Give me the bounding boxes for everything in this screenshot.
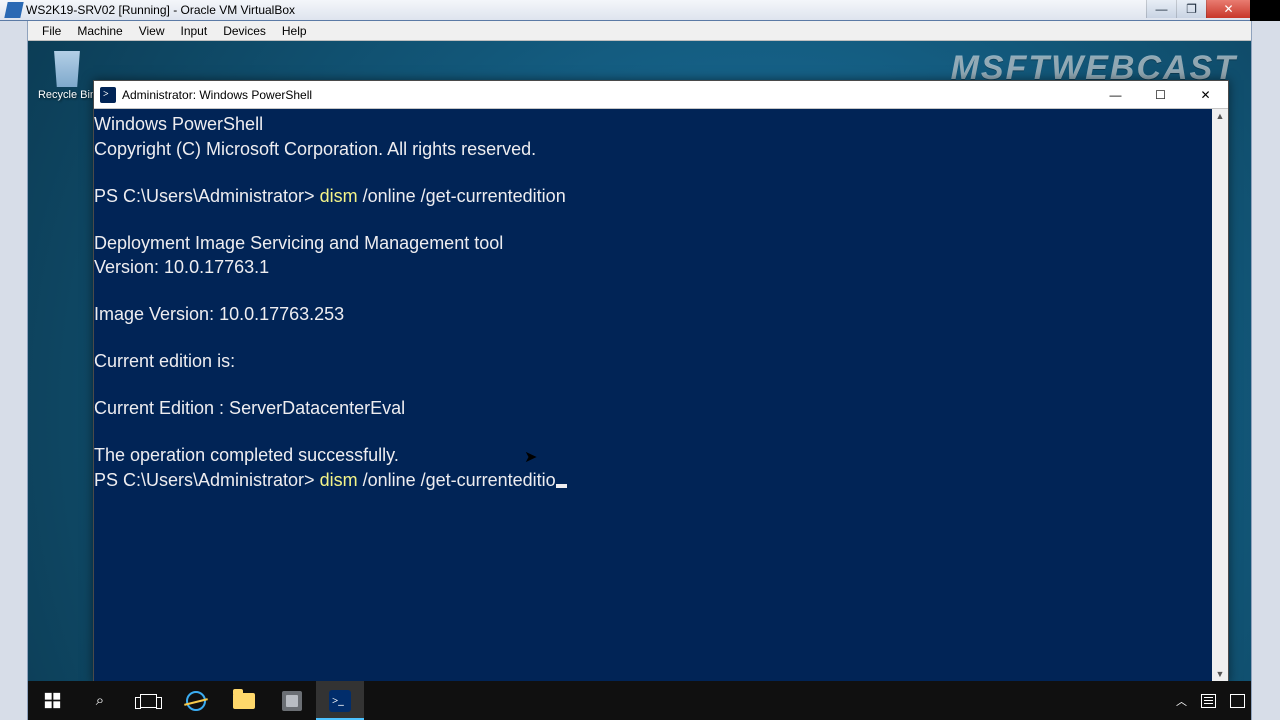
taskbar-search-button[interactable]: ⌕ <box>76 681 124 720</box>
ps-output: Version: 10.0.17763.1 <box>94 257 269 277</box>
ps-minimize-button[interactable]: — <box>1093 81 1138 109</box>
search-icon: ⌕ <box>96 692 104 709</box>
network-icon[interactable] <box>1201 694 1216 708</box>
ps-line: Windows PowerShell <box>94 114 263 134</box>
powershell-window: Administrator: Windows PowerShell — ☐ ✕ … <box>93 80 1229 684</box>
ps-close-button[interactable]: ✕ <box>1183 81 1228 109</box>
file-explorer-icon <box>233 693 255 709</box>
host-frame-left <box>0 21 28 720</box>
ps-output: Image Version: 10.0.17763.253 <box>94 304 344 324</box>
scroll-up-icon[interactable]: ▲ <box>1212 109 1228 125</box>
ps-output: Current Edition : ServerDatacenterEval <box>94 398 405 418</box>
menu-input[interactable]: Input <box>173 22 216 40</box>
system-tray: ︿ <box>1176 681 1251 720</box>
text-caret <box>556 484 567 488</box>
recycle-bin-label: Recycle Bin <box>36 89 98 101</box>
host-close-button[interactable]: ✕ <box>1206 0 1250 18</box>
task-view-icon <box>140 694 157 708</box>
menu-help[interactable]: Help <box>274 22 315 40</box>
mouse-cursor-icon: ➤ <box>524 450 537 466</box>
powershell-console[interactable]: Windows PowerShell Copyright (C) Microso… <box>94 109 1212 683</box>
taskbar-ie-button[interactable] <box>172 681 220 720</box>
scroll-track[interactable] <box>1212 125 1228 667</box>
menu-file[interactable]: File <box>34 22 69 40</box>
ps-output: Current edition is: <box>94 351 235 371</box>
menu-machine[interactable]: Machine <box>69 22 130 40</box>
guest-desktop[interactable]: MSFTWEBCAST Recycle Bin Administrator: W… <box>28 41 1251 720</box>
powershell-titlebar[interactable]: Administrator: Windows PowerShell — ☐ ✕ <box>94 81 1228 109</box>
ps-line: Copyright (C) Microsoft Corporation. All… <box>94 139 536 159</box>
menu-view[interactable]: View <box>131 22 173 40</box>
recycle-bin[interactable]: Recycle Bin <box>36 47 98 101</box>
taskbar-explorer-button[interactable] <box>220 681 268 720</box>
ps-command: dism <box>320 186 358 206</box>
host-maximize-button[interactable]: ❐ <box>1176 0 1206 18</box>
task-view-button[interactable] <box>124 681 172 720</box>
host-minimize-button[interactable]: — <box>1146 0 1176 18</box>
server-manager-icon <box>282 691 302 711</box>
tray-overflow-button[interactable]: ︿ <box>1176 693 1187 709</box>
powershell-scrollbar[interactable]: ▲ ▼ <box>1212 109 1228 683</box>
powershell-icon <box>100 87 116 103</box>
start-button[interactable] <box>28 681 76 720</box>
powershell-window-title: Administrator: Windows PowerShell <box>122 88 312 102</box>
guest-taskbar: ⌕ ︿ <box>28 681 1251 720</box>
virtualbox-window-title: WS2K19-SRV02 [Running] - Oracle VM Virtu… <box>26 3 295 17</box>
ps-output: The operation completed successfully. <box>94 445 399 465</box>
ps-command: dism <box>320 470 358 490</box>
ps-prompt: PS C:\Users\Administrator> <box>94 186 320 206</box>
powershell-taskbar-icon <box>329 690 351 712</box>
internet-explorer-icon <box>186 691 206 711</box>
ps-output: Deployment Image Servicing and Managemen… <box>94 233 503 253</box>
host-frame-right <box>1251 21 1280 720</box>
virtualbox-icon <box>4 2 23 18</box>
ps-args: /online /get-currentedition <box>358 186 566 206</box>
ps-prompt: PS C:\Users\Administrator> <box>94 470 320 490</box>
taskbar-powershell-button[interactable] <box>316 681 364 720</box>
virtualbox-menubar: File Machine View Input Devices Help <box>28 21 1251 41</box>
action-center-icon[interactable] <box>1230 694 1245 708</box>
ps-args: /online /get-currenteditio <box>358 470 556 490</box>
recycle-bin-icon <box>50 47 84 87</box>
ps-maximize-button[interactable]: ☐ <box>1138 81 1183 109</box>
windows-logo-icon <box>44 692 61 709</box>
menu-devices[interactable]: Devices <box>215 22 274 40</box>
virtualbox-titlebar[interactable]: WS2K19-SRV02 [Running] - Oracle VM Virtu… <box>0 0 1250 21</box>
taskbar-server-manager-button[interactable] <box>268 681 316 720</box>
